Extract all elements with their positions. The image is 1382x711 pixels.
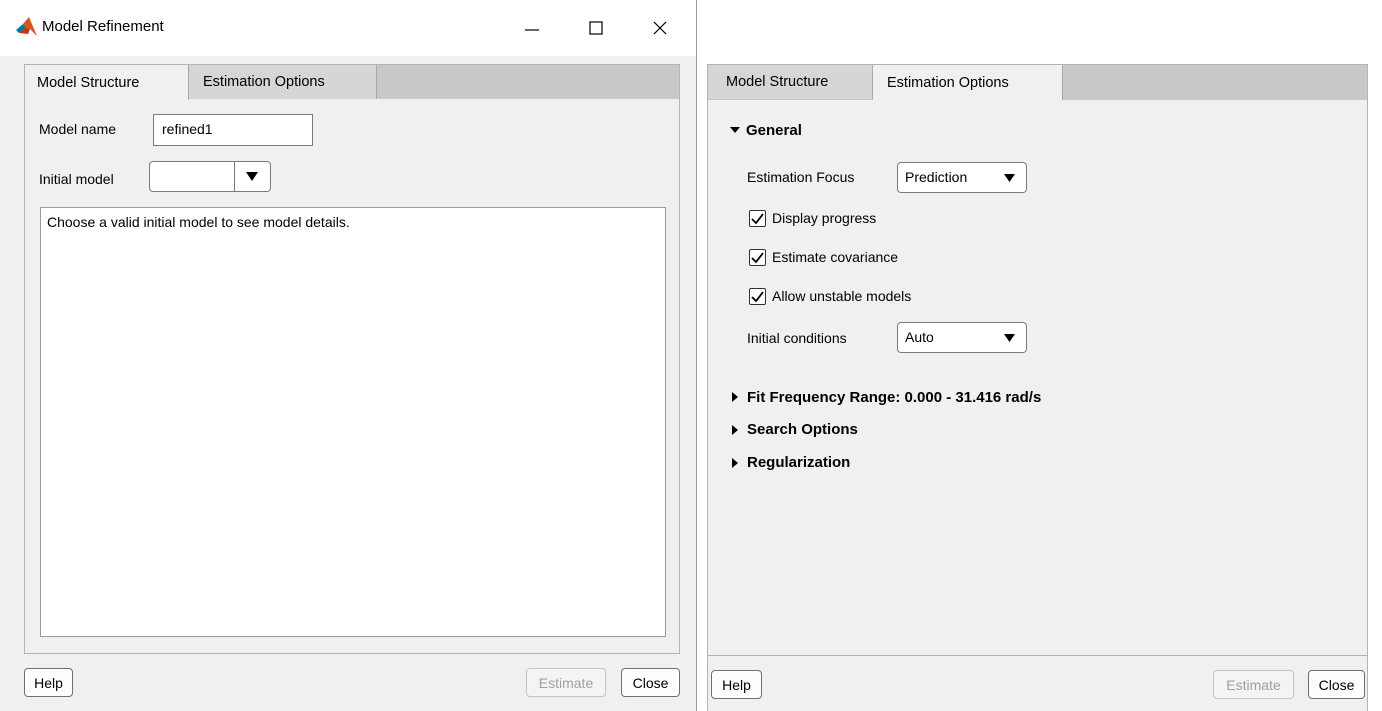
estimate-button[interactable]: Estimate	[526, 668, 606, 697]
model-name-label: Model name	[39, 121, 117, 137]
initial-conditions-label: Initial conditions	[747, 330, 847, 346]
checkmark-icon	[751, 252, 764, 264]
expanded-arrow-icon[interactable]	[730, 127, 740, 135]
collapsed-arrow-icon[interactable]	[732, 458, 738, 468]
dropdown-arrow-icon	[1004, 174, 1015, 182]
fit-frequency-section-header[interactable]: Fit Frequency Range: 0.000 - 31.416 rad/…	[747, 389, 1041, 406]
minimize-button[interactable]	[512, 10, 552, 46]
initial-conditions-dropdown[interactable]: Auto	[897, 322, 1027, 353]
tab-estimation-options[interactable]: Estimation Options	[189, 65, 377, 99]
model-name-field[interactable]: refined1	[153, 114, 313, 146]
tab-strip: Model Structure Estimation Options	[708, 65, 1367, 100]
tab-strip: Model Structure Estimation Options	[25, 65, 679, 100]
close-icon	[653, 21, 667, 35]
window-title: Model Refinement	[42, 18, 164, 35]
panel-divider	[708, 655, 1367, 656]
tab-model-structure[interactable]: Model Structure	[25, 65, 189, 100]
help-button[interactable]: Help	[24, 668, 73, 697]
maximize-icon	[589, 21, 603, 35]
maximize-button[interactable]	[576, 10, 616, 46]
minimize-icon	[525, 29, 539, 31]
close-button[interactable]: Close	[621, 668, 680, 697]
title-bar[interactable]: Model Refinement	[0, 0, 696, 56]
help-button[interactable]: Help	[711, 670, 762, 699]
display-progress-checkbox[interactable]	[749, 210, 766, 227]
model-refinement-window: Model Refinement Model Structure Estimat…	[0, 0, 697, 711]
allow-unstable-checkbox[interactable]	[749, 288, 766, 305]
model-details-text: Choose a valid initial model to see mode…	[47, 214, 350, 230]
initial-conditions-value: Auto	[905, 329, 934, 345]
tab-model-structure[interactable]: Model Structure	[708, 65, 873, 99]
close-button[interactable]: Close	[1308, 670, 1365, 699]
checkmark-icon	[751, 213, 764, 225]
dropdown-divider	[234, 162, 235, 191]
window-close-button[interactable]	[640, 10, 680, 46]
tab-group: Model Structure Estimation Options Model…	[24, 64, 680, 654]
matlab-logo-icon	[16, 17, 38, 40]
model-details-box: Choose a valid initial model to see mode…	[40, 207, 666, 637]
display-progress-label: Display progress	[772, 210, 877, 226]
estimate-covariance-checkbox[interactable]	[749, 249, 766, 266]
estimate-button[interactable]: Estimate	[1213, 670, 1294, 699]
dropdown-arrow-icon	[1004, 334, 1015, 342]
model-name-value: refined1	[162, 121, 213, 137]
checkmark-icon	[751, 291, 764, 303]
allow-unstable-label: Allow unstable models	[772, 288, 912, 304]
estimation-options-panel: Model Structure Estimation Options Gener…	[707, 64, 1368, 711]
general-section-header[interactable]: General	[746, 122, 802, 139]
estimation-focus-value: Prediction	[905, 169, 968, 185]
estimation-focus-label: Estimation Focus	[747, 169, 855, 185]
initial-model-dropdown[interactable]	[149, 161, 271, 192]
initial-model-label: Initial model	[39, 171, 114, 187]
regularization-section-header[interactable]: Regularization	[747, 454, 850, 471]
collapsed-arrow-icon[interactable]	[732, 392, 738, 402]
dropdown-arrow-icon	[246, 172, 258, 181]
tab-estimation-options[interactable]: Estimation Options	[873, 65, 1063, 100]
collapsed-arrow-icon[interactable]	[732, 425, 738, 435]
search-options-section-header[interactable]: Search Options	[747, 421, 858, 438]
estimate-covariance-label: Estimate covariance	[772, 249, 899, 265]
estimation-focus-dropdown[interactable]: Prediction	[897, 162, 1027, 193]
